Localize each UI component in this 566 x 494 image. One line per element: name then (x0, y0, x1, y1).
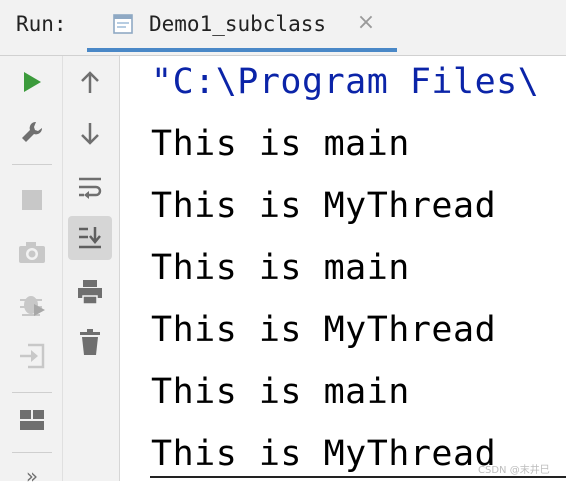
run-label: Run: (16, 12, 67, 36)
console-line: This is MyThread (151, 186, 497, 226)
close-icon[interactable]: × (355, 12, 377, 34)
wrench-icon[interactable] (14, 114, 50, 150)
stop-icon[interactable] (14, 182, 50, 218)
run-tab[interactable]: Demo1_subclass × (87, 0, 397, 52)
window-icon (113, 14, 133, 34)
scroll-to-end-icon[interactable] (72, 220, 108, 256)
separator (12, 452, 52, 453)
more-icon[interactable]: » (14, 458, 50, 494)
console-line: This is main (151, 372, 410, 412)
console-output[interactable]: "C:\Program Files\ This is main This is … (120, 56, 566, 481)
console-command-line: "C:\Program Files\ (151, 62, 540, 102)
tab-label: Demo1_subclass (149, 12, 327, 36)
run-tool-window-header: Run: Demo1_subclass × (0, 0, 566, 56)
layout-icon[interactable] (14, 402, 50, 438)
separator (12, 164, 52, 165)
soft-wrap-icon[interactable] (72, 170, 108, 206)
debug-icon[interactable] (14, 286, 50, 322)
console-bottom-border (150, 476, 566, 478)
separator (12, 392, 52, 393)
console-line: This is main (151, 248, 410, 288)
trash-icon[interactable] (72, 324, 108, 360)
console-line: This is MyThread (151, 434, 497, 474)
console-line: This is main (151, 124, 410, 164)
arrow-down-icon[interactable] (72, 116, 108, 152)
login-icon[interactable] (14, 338, 50, 374)
rerun-icon[interactable] (14, 64, 50, 100)
print-icon[interactable] (72, 274, 108, 310)
arrow-up-icon[interactable] (72, 64, 108, 100)
watermark: CSDN @末井巳 (478, 465, 550, 476)
camera-icon[interactable] (14, 234, 50, 270)
run-toolbar-primary: » (0, 56, 63, 488)
console-line: This is MyThread (151, 310, 497, 350)
